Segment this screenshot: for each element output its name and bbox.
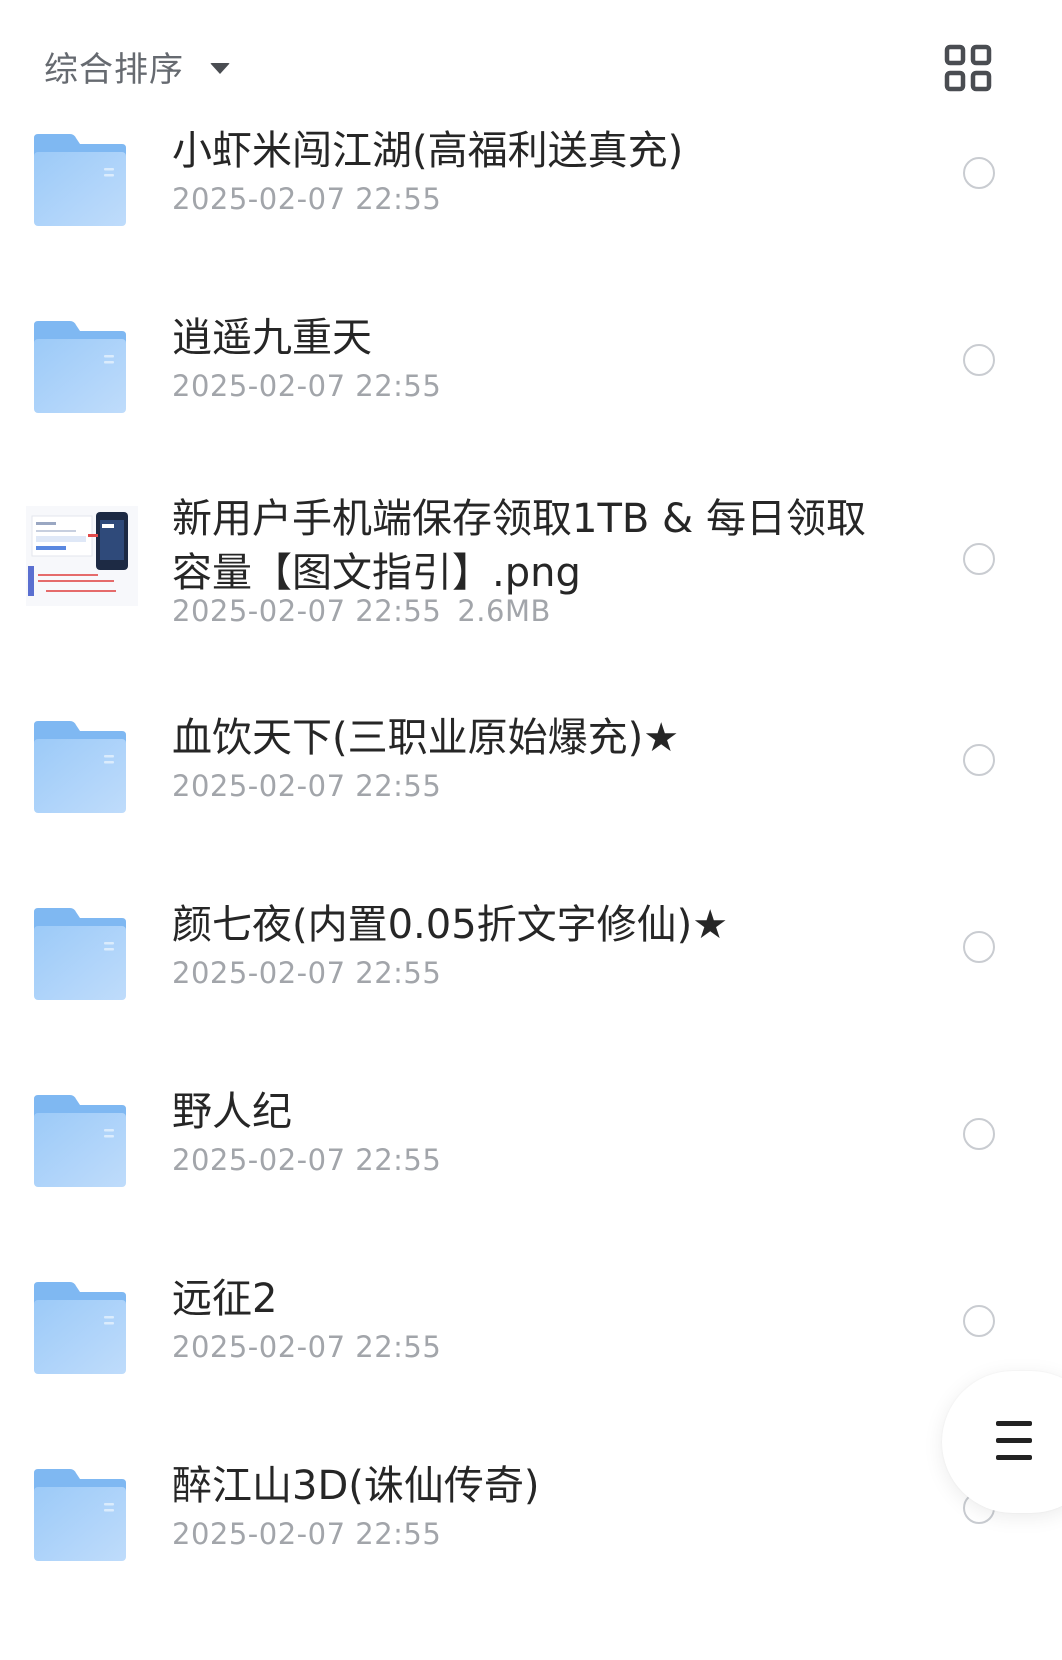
file-date: 2025-02-07 22:55 [172,956,442,990]
file-name: 远征2 [172,1276,278,1322]
select-checkbox[interactable] [963,1118,995,1150]
file-date: 2025-02-07 22:55 [172,1330,442,1364]
select-checkbox[interactable] [963,931,995,963]
file-name: 新用户手机端保存领取1TB & 每日领取容量【图文指引】.png [172,496,866,596]
file-meta: 2025-02-07 22:55 [172,1517,441,1551]
file-date: 2025-02-07 22:55 [172,594,442,628]
file-meta: 2025-02-07 22:55 [172,369,441,403]
file-name: 野人纪 [172,1089,292,1135]
menu-icon [996,1421,1032,1461]
file-meta: 2025-02-07 22:55 [172,956,441,990]
folder-icon [30,319,130,415]
select-checkbox[interactable] [963,157,995,189]
grid-view-icon [944,44,992,92]
folder-icon [30,1093,130,1189]
sort-label: 综合排序 [44,50,184,90]
select-checkbox[interactable] [963,744,995,776]
file-name: 颜七夜(内置0.05折文字修仙)★ [172,902,729,948]
select-checkbox[interactable] [963,1305,995,1337]
file-meta: 2025-02-07 22:55 [172,1143,441,1177]
grid-view-toggle[interactable] [944,44,992,92]
file-meta: 2025-02-07 22:55 2.6MB [172,594,551,628]
folder-icon [30,1467,130,1563]
file-meta: 2025-02-07 22:55 [172,769,441,803]
folder-icon [30,719,130,815]
caret-down-icon [210,63,230,74]
file-size: 2.6MB [457,594,551,628]
folder-icon [30,1280,130,1376]
file-meta: 2025-02-07 22:55 [172,182,441,216]
file-name: 血饮天下(三职业原始爆充)★ [172,715,680,761]
folder-icon [30,132,130,228]
file-date: 2025-02-07 22:55 [172,369,442,403]
file-date: 2025-02-07 22:55 [172,182,442,216]
file-date: 2025-02-07 22:55 [172,1143,442,1177]
image-thumbnail [26,506,138,606]
file-name: 醉江山3D(诛仙传奇) [172,1463,540,1509]
select-checkbox[interactable] [963,543,995,575]
file-name: 小虾米闯江湖(高福利送真充) [172,128,684,174]
file-date: 2025-02-07 22:55 [172,1517,442,1551]
file-name: 逍遥九重天 [172,315,372,361]
select-checkbox[interactable] [963,344,995,376]
file-meta: 2025-02-07 22:55 [172,1330,441,1364]
file-browser-sheet: 综合排序 小虾米闯江湖(高福利送真充) 2025-02-07 22:55 逍遥九重天… [0,0,1062,1660]
floating-menu-button[interactable] [942,1371,1062,1513]
file-date: 2025-02-07 22:55 [172,769,442,803]
folder-icon [30,906,130,1002]
sort-dropdown[interactable]: 综合排序 [44,42,230,91]
